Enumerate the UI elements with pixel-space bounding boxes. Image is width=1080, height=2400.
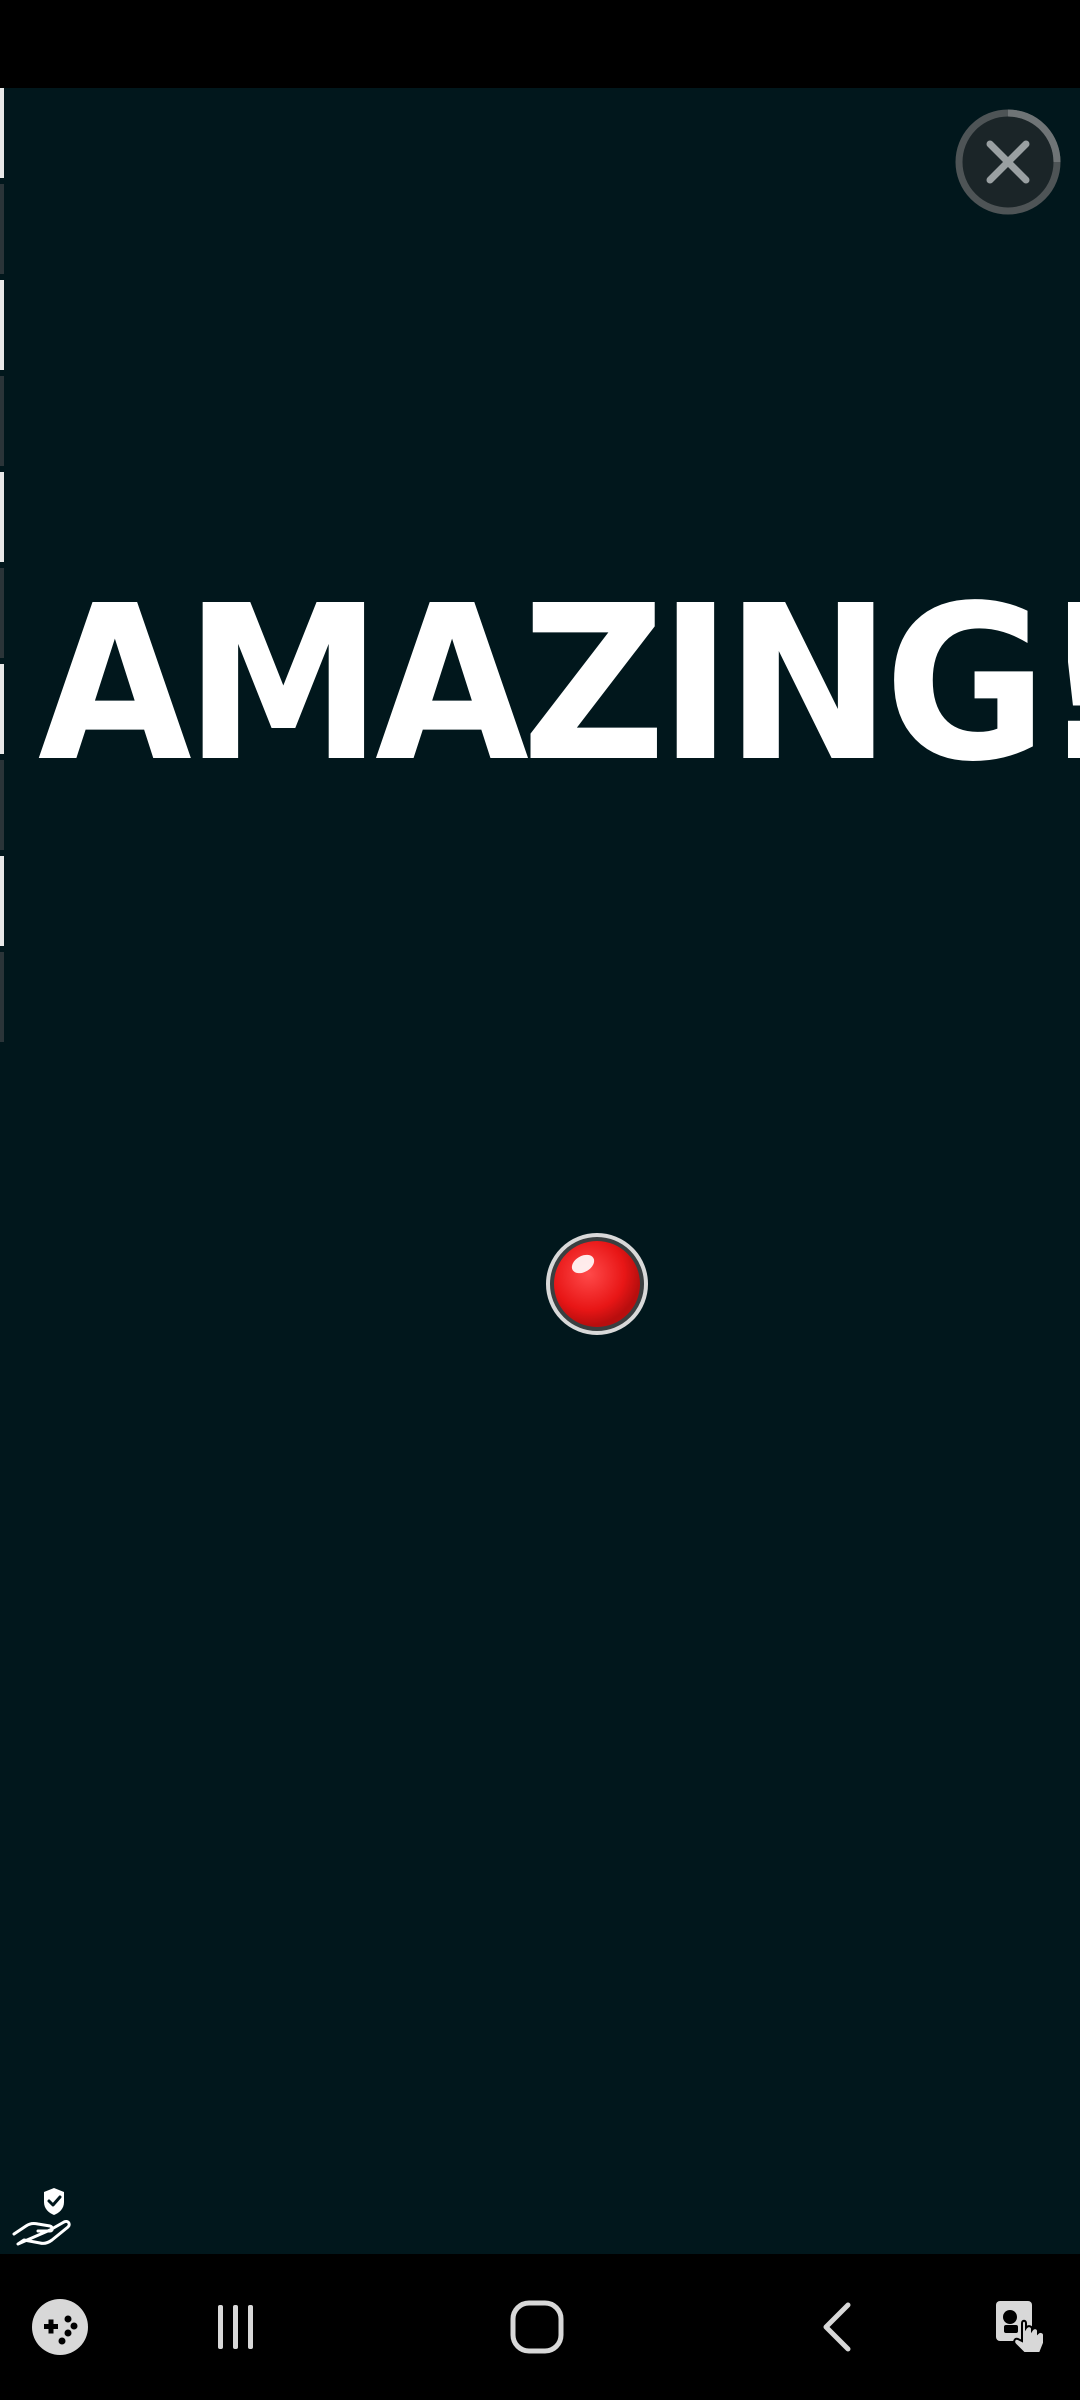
recent-apps-icon	[218, 2305, 253, 2349]
home-button[interactable]	[477, 2254, 597, 2400]
edge-segment	[0, 568, 4, 658]
accessibility-button[interactable]	[960, 2254, 1080, 2400]
red-ball[interactable]	[545, 1232, 649, 1336]
status-bar	[0, 0, 1080, 88]
back-button[interactable]	[780, 2254, 900, 2400]
edge-segment	[0, 472, 4, 562]
close-button[interactable]	[954, 108, 1062, 216]
edge-segment	[0, 952, 4, 1042]
amazing-message: AMAZING!	[37, 560, 1080, 809]
home-icon	[510, 2300, 564, 2354]
edge-segment	[0, 664, 4, 754]
edge-segment	[0, 88, 4, 178]
accessibility-touch-icon	[996, 2301, 1045, 2354]
recent-apps-button[interactable]	[176, 2254, 296, 2400]
game-area[interactable]: AMAZING!	[0, 88, 1080, 2254]
edge-segment	[0, 184, 4, 274]
back-icon	[823, 2302, 851, 2352]
game-launcher-button[interactable]	[0, 2254, 120, 2400]
screen: AMAZING!	[0, 0, 1080, 2400]
edge-track	[0, 88, 6, 1060]
game-launcher-icon	[32, 2299, 88, 2355]
navigation-bar	[0, 2254, 1080, 2400]
edge-segment	[0, 280, 4, 370]
hand-shield-icon[interactable]	[10, 2182, 76, 2248]
edge-segment	[0, 856, 4, 946]
edge-segment	[0, 760, 4, 850]
edge-segment	[0, 376, 4, 466]
close-icon	[955, 109, 1061, 215]
